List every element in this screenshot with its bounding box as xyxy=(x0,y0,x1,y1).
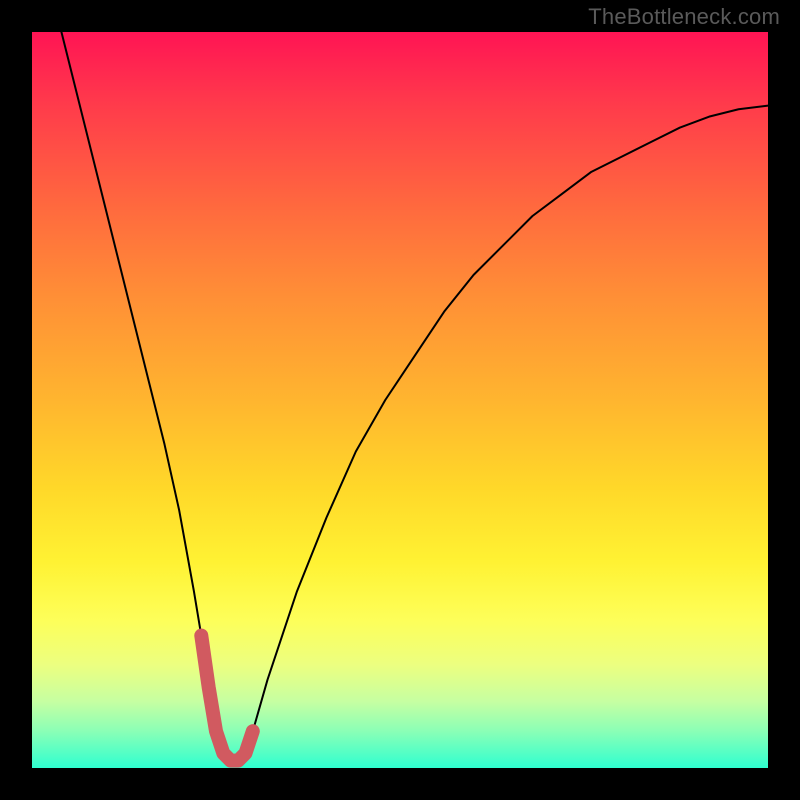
bottleneck-curve xyxy=(61,32,768,761)
chart-frame: TheBottleneck.com xyxy=(0,0,800,800)
optimal-zone-highlight xyxy=(201,636,253,761)
curves-svg xyxy=(32,32,768,768)
watermark-label: TheBottleneck.com xyxy=(588,4,780,30)
plot-area xyxy=(32,32,768,768)
